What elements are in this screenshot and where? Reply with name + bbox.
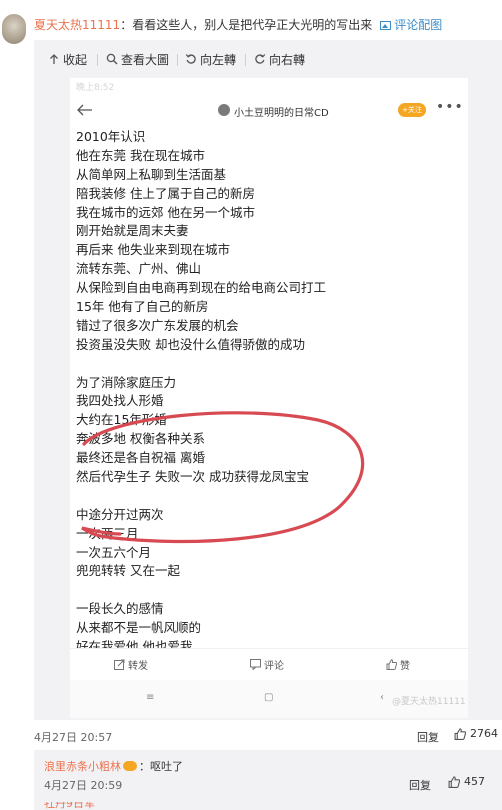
reply-button[interactable]: 回复 [417, 729, 439, 745]
comment-icon [250, 659, 261, 670]
like-label: 赞 [400, 661, 410, 672]
share-label: 转发 [128, 661, 148, 672]
like-action: 赞 [386, 657, 410, 672]
sub-comment-time: 4月27日 20:59 [44, 779, 123, 792]
watermark: @夏天太热11111 [392, 697, 466, 707]
post-line: 兜兜转转 又在一起 [76, 563, 180, 579]
red-circle-annotation [81, 411, 365, 544]
sub-comment-text: ：呕吐了 [139, 760, 183, 773]
arrow-up-icon [50, 54, 58, 64]
toolbar-divider [97, 54, 98, 66]
collapse-label: 收起 [63, 52, 88, 67]
rotate-right-icon [255, 54, 266, 64]
comment-username[interactable]: 夏天太热11111 [34, 18, 120, 32]
comment-image[interactable]: 晚上8:52 小土豆明明的日常CD +关注 ••• 2010年认识他在东莞 我在… [70, 78, 468, 718]
comment-label: 评论 [264, 661, 284, 672]
phone-nav-bar: 小土豆明明的日常CD +关注 ••• [70, 96, 468, 128]
thumb-up-icon [386, 659, 397, 670]
comment-text: ：看看这些人，别人是把代孕正大光明的写出来 [120, 18, 373, 32]
post-line: 从简单网上私聊到生活面基 [76, 166, 227, 182]
collapse-button[interactable]: 收起 [48, 52, 88, 67]
post-line: 2010年认识 [76, 129, 146, 144]
rotate-right-label: 向右轉 [269, 52, 306, 67]
rotate-left-button[interactable]: 向左轉 [185, 52, 237, 67]
comment-action: 评论 [250, 657, 284, 672]
home-icon: ▢ [264, 692, 274, 703]
comment-header: 夏天太热11111：看看这些人，别人是把代孕正大光明的写出来 评论配图 [0, 0, 502, 44]
post-line: 再后来 他失业来到现在城市 [76, 242, 230, 258]
post-line [76, 581, 436, 600]
image-toolbar: 收起 查看大圖 向左轉 向右轉 [34, 40, 502, 78]
post-line: 刚开始就是周末夫妻 [76, 223, 189, 239]
rotate-right-button[interactable]: 向右轉 [254, 52, 306, 67]
phone-system-nav: ≡ ▢ ‹ @夏天太热11111 [70, 680, 468, 718]
post-line: 流转东莞、广州、佛山 [76, 261, 202, 277]
magnifier-icon [106, 53, 118, 65]
post-line: 15年 他有了自己的新房 [76, 299, 209, 315]
back-arrow-icon [77, 104, 92, 116]
back-icon: ‹ [380, 692, 384, 703]
sub-reply-button[interactable]: 回复 [409, 777, 431, 793]
post-line: 他在东莞 我在现在城市 [76, 147, 205, 163]
post-line: 投资虽没失败 却也没什么值得骄傲的成功 [76, 336, 305, 352]
like-button[interactable]: 2764 [454, 727, 498, 740]
sub-like-button[interactable]: 457 [448, 775, 485, 788]
share-icon [114, 659, 125, 670]
sub-comment-box: 浪里赤条小粗林 ：呕吐了 4月27日 20:59 回复 457 牡丹9日军 [34, 750, 502, 810]
like-count: 2764 [470, 727, 498, 740]
picture-icon [380, 21, 392, 30]
sub-comment-meta-row: 4月27日 20:59 回复 457 [34, 774, 502, 794]
nav-avatar [218, 104, 230, 116]
comment-meta-row: 4月27日 20:57 回复 2764 [34, 726, 502, 746]
comment-media-box: 收起 查看大圖 向左轉 向右轉 晚上8:52 小土豆明明的日常CD +关注 ••… [34, 40, 502, 720]
comment-line: 夏天太热11111：看看这些人，别人是把代孕正大光明的写出来 评论配图 [34, 16, 442, 33]
rotate-left-label: 向左轉 [200, 52, 237, 67]
follow-button: +关注 [398, 103, 426, 117]
comment-time: 4月27日 20:57 [34, 731, 113, 744]
member-badge-icon [123, 761, 137, 771]
next-comment-cut: 牡丹9日军 [44, 802, 104, 810]
post-line: 一段长久的感情 [76, 601, 164, 617]
toolbar-divider [177, 54, 178, 66]
toolbar-divider [245, 54, 246, 66]
more-icon: ••• [436, 99, 464, 115]
post-line: 从保险到自由电商再到现在的给电商公司打工 [76, 280, 327, 296]
comment-picture-link[interactable]: 评论配图 [394, 18, 442, 32]
rotate-left-icon [185, 54, 196, 64]
post-line: 我在城市的远郊 他在另一个城市 [76, 204, 255, 220]
thumb-up-icon [448, 775, 460, 788]
post-line: 从来都不是一帆风顺的 [76, 620, 202, 636]
post-line [76, 355, 436, 374]
thumb-up-icon [454, 727, 466, 740]
next-comment-username[interactable]: 牡丹9日军 [44, 802, 104, 810]
post-text: 2010年认识他在东莞 我在现在城市从简单网上私聊到生活面基陪我装修 住上了属于… [76, 128, 436, 657]
post-line: 陪我装修 住上了属于自己的新房 [76, 185, 255, 201]
nav-title: 小土豆明明的日常CD [234, 108, 329, 119]
menu-icon: ≡ [146, 692, 155, 703]
status-time: 晚上8:52 [76, 83, 115, 93]
phone-action-bar: 转发 评论 赞 [70, 648, 468, 678]
avatar[interactable] [2, 14, 26, 44]
view-large-button[interactable]: 查看大圖 [106, 52, 170, 67]
view-large-label: 查看大圖 [121, 52, 170, 67]
sub-comment-line: 浪里赤条小粗林 ：呕吐了 [44, 758, 183, 774]
post-line: 错过了很多次广东发展的机会 [76, 317, 239, 333]
post-line: 为了消除家庭压力 [76, 374, 177, 390]
sub-comment-username[interactable]: 浪里赤条小粗林 [44, 760, 121, 773]
sub-like-count: 457 [464, 775, 485, 788]
share-action: 转发 [114, 657, 148, 672]
phone-status-bar: 晚上8:52 [70, 78, 468, 96]
